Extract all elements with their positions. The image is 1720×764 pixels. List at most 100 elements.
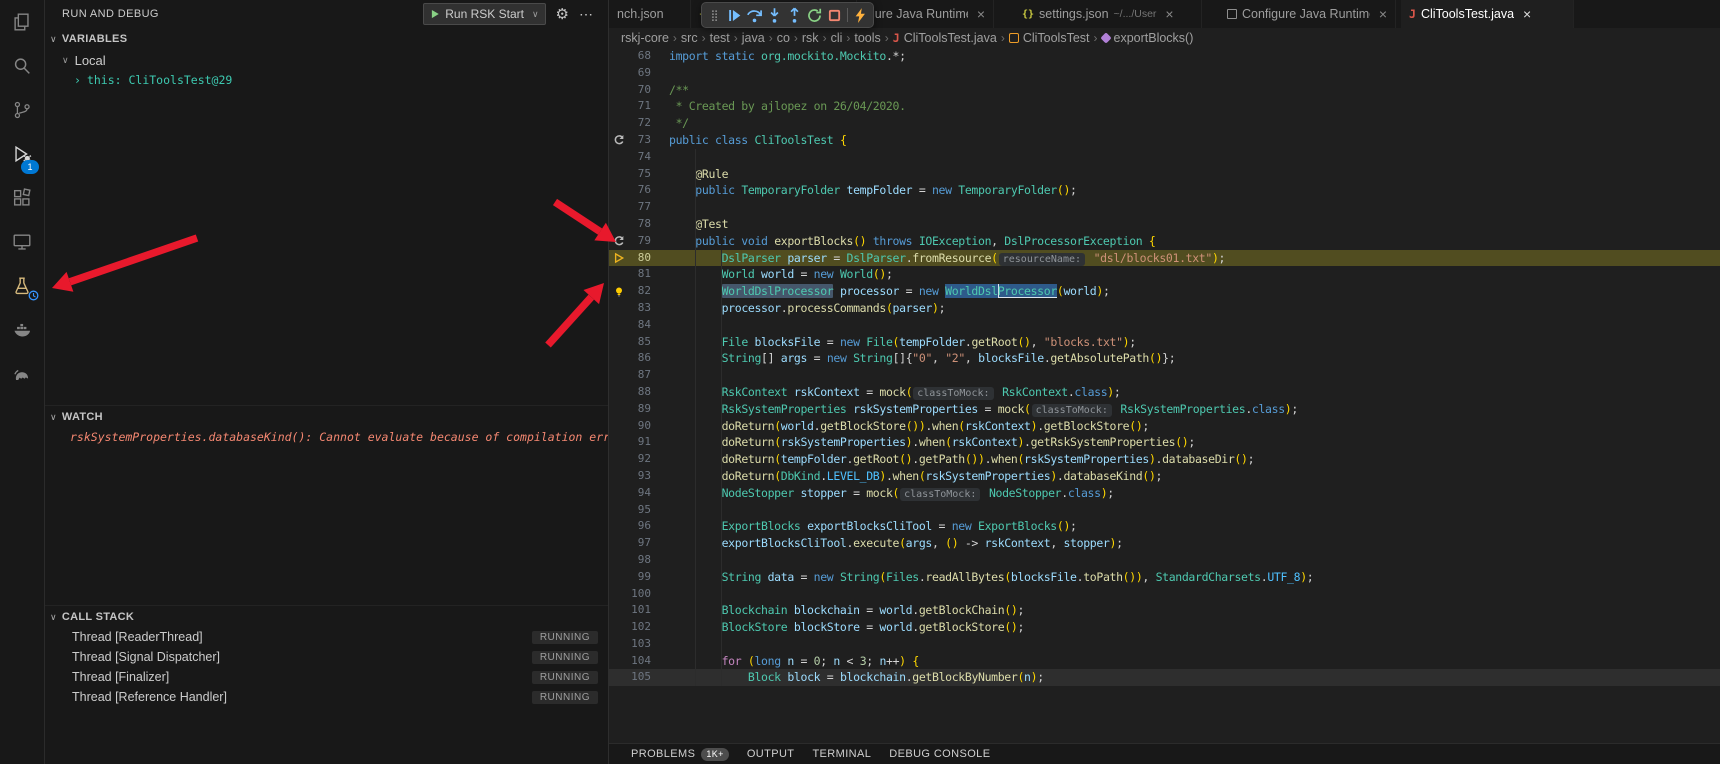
line-number[interactable]: 93 xyxy=(629,468,651,485)
panel-tab[interactable]: TERMINAL xyxy=(812,748,871,760)
tab-close-icon[interactable]: × xyxy=(1523,6,1531,22)
activity-bar-item-search[interactable] xyxy=(0,46,44,90)
code-line[interactable]: 74 xyxy=(609,149,1720,166)
breadcrumb-item[interactable]: exportBlocks() xyxy=(1102,31,1194,45)
line-number[interactable]: 90 xyxy=(629,418,651,435)
glyph-margin[interactable] xyxy=(609,485,629,502)
panel-tab[interactable]: DEBUG CONSOLE xyxy=(889,748,990,760)
more-actions-icon[interactable]: ⋯ xyxy=(579,7,594,21)
glyph-margin[interactable] xyxy=(609,182,629,199)
line-number[interactable]: 103 xyxy=(629,636,651,653)
line-number[interactable]: 105 xyxy=(629,669,651,686)
line-number[interactable]: 77 xyxy=(629,199,651,216)
code-line[interactable]: 72 */ xyxy=(609,115,1720,132)
code-line[interactable]: 81 World world = new World(); xyxy=(609,266,1720,283)
gear-icon[interactable]: ⚙ xyxy=(556,7,569,22)
glyph-margin[interactable] xyxy=(609,65,629,82)
glyph-margin[interactable] xyxy=(609,434,629,451)
code-line[interactable]: 83 processor.processCommands(parser); xyxy=(609,300,1720,317)
glyph-margin[interactable] xyxy=(609,636,629,653)
tab-close-icon[interactable]: × xyxy=(1165,6,1173,22)
call-stack-thread[interactable]: Thread [Signal Dispatcher]RUNNING xyxy=(44,647,608,667)
line-number[interactable]: 92 xyxy=(629,451,651,468)
breadcrumb-item[interactable]: JCliToolsTest.java xyxy=(893,31,997,45)
glyph-margin[interactable] xyxy=(609,451,629,468)
glyph-margin[interactable] xyxy=(609,569,629,586)
step-into-button[interactable] xyxy=(765,4,784,26)
code-line[interactable]: 104 for (long n = 0; n < 3; n++) { xyxy=(609,653,1720,670)
glyph-margin[interactable] xyxy=(609,82,629,99)
glyph-margin[interactable] xyxy=(609,518,629,535)
breadcrumb-item[interactable]: cli xyxy=(831,31,843,45)
line-number[interactable]: 78 xyxy=(629,216,651,233)
tab-close-icon[interactable]: × xyxy=(977,6,985,22)
glyph-margin[interactable] xyxy=(609,367,629,384)
line-number[interactable]: 86 xyxy=(629,350,651,367)
variables-scope-local[interactable]: ∨ Local xyxy=(44,50,608,70)
line-number[interactable]: 68 xyxy=(629,48,651,65)
hot-code-replace-button[interactable] xyxy=(851,4,870,26)
line-number[interactable]: 98 xyxy=(629,552,651,569)
breadcrumb-item[interactable]: CliToolsTest xyxy=(1009,31,1090,45)
code-line[interactable]: 95 xyxy=(609,502,1720,519)
glyph-margin[interactable] xyxy=(609,669,629,686)
glyph-margin[interactable] xyxy=(609,602,629,619)
panel-tab[interactable]: PROBLEMS1K+ xyxy=(631,748,729,761)
glyph-margin[interactable] xyxy=(609,115,629,132)
line-number[interactable]: 101 xyxy=(629,602,651,619)
code-line[interactable]: 94 NodeStopper stopper = mock(classToMoc… xyxy=(609,485,1720,502)
glyph-margin[interactable] xyxy=(609,98,629,115)
line-number[interactable]: 76 xyxy=(629,182,651,199)
drag-handle[interactable]: ⣿ xyxy=(705,4,724,26)
glyph-margin[interactable] xyxy=(609,502,629,519)
restart-button[interactable] xyxy=(805,4,824,26)
activity-bar-item-run-and-debug[interactable]: 1 xyxy=(0,134,44,178)
code-line[interactable]: 75 @Rule xyxy=(609,166,1720,183)
code-line[interactable]: 85 File blocksFile = new File(tempFolder… xyxy=(609,334,1720,351)
line-number[interactable]: 73 xyxy=(629,132,651,149)
editor-tab[interactable]: JCliToolsTest.java× xyxy=(1401,0,1574,28)
line-number[interactable]: 96 xyxy=(629,518,651,535)
code-line[interactable]: 103 xyxy=(609,636,1720,653)
code-line[interactable]: 99 String data = new String(Files.readAl… xyxy=(609,569,1720,586)
line-number[interactable]: 70 xyxy=(629,82,651,99)
line-number[interactable]: 94 xyxy=(629,485,651,502)
line-number[interactable]: 82 xyxy=(629,283,651,300)
code-line[interactable]: 88 RskContext rskContext = mock(classToM… xyxy=(609,384,1720,401)
glyph-margin[interactable] xyxy=(609,216,629,233)
call-stack-section-header[interactable]: ∨ CALL STACK xyxy=(44,605,608,628)
call-stack-thread[interactable]: Thread [ReaderThread]RUNNING xyxy=(44,627,608,647)
line-number[interactable]: 81 xyxy=(629,266,651,283)
code-line[interactable]: 105 Block block = blockchain.getBlockByN… xyxy=(609,669,1720,686)
watch-section-header[interactable]: ∨ WATCH xyxy=(44,405,608,428)
curved-arrow-gutter-icon[interactable] xyxy=(609,132,629,149)
step-out-button[interactable] xyxy=(785,4,804,26)
code-line[interactable]: 101 Blockchain blockchain = world.getBlo… xyxy=(609,602,1720,619)
line-number[interactable]: 69 xyxy=(629,65,651,82)
code-line[interactable]: 102 BlockStore blockStore = world.getBlo… xyxy=(609,619,1720,636)
activity-bar-item-source-control[interactable] xyxy=(0,90,44,134)
glyph-margin[interactable] xyxy=(609,300,629,317)
call-stack-thread[interactable]: Thread [Reference Handler]RUNNING xyxy=(44,687,608,707)
glyph-margin[interactable] xyxy=(609,401,629,418)
activity-bar-item-testing[interactable] xyxy=(0,266,44,310)
lightbulb-icon[interactable] xyxy=(609,283,629,300)
glyph-margin[interactable] xyxy=(609,166,629,183)
code-line[interactable]: 80 DslParser parser = DslParser.fromReso… xyxy=(609,250,1720,267)
glyph-margin[interactable] xyxy=(609,653,629,670)
line-number[interactable]: 91 xyxy=(629,434,651,451)
debug-current-line-icon[interactable] xyxy=(609,250,629,267)
code-line[interactable]: 76 public TemporaryFolder tempFolder = n… xyxy=(609,182,1720,199)
line-number[interactable]: 80 xyxy=(629,250,651,267)
glyph-margin[interactable] xyxy=(609,384,629,401)
code-line[interactable]: 84 xyxy=(609,317,1720,334)
code-line[interactable]: 100 xyxy=(609,586,1720,603)
code-line[interactable]: 98 xyxy=(609,552,1720,569)
curved-arrow-gutter-icon[interactable] xyxy=(609,233,629,250)
breadcrumb-item[interactable]: tools xyxy=(854,31,880,45)
line-number[interactable]: 89 xyxy=(629,401,651,418)
glyph-margin[interactable] xyxy=(609,199,629,216)
code-line[interactable]: 92 doReturn(tempFolder.getRoot().getPath… xyxy=(609,451,1720,468)
line-number[interactable]: 95 xyxy=(629,502,651,519)
line-number[interactable]: 88 xyxy=(629,384,651,401)
